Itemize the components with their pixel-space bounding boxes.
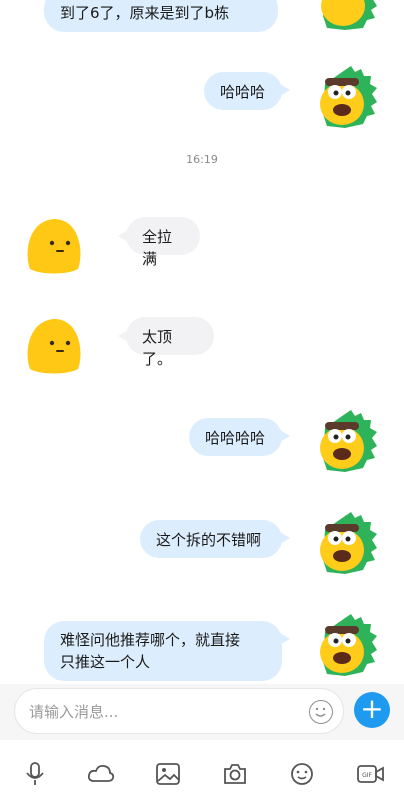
yellow-blob-avatar[interactable] bbox=[22, 213, 86, 277]
dino-avatar[interactable] bbox=[315, 512, 379, 576]
message-bubble-incoming[interactable]: 全拉满 bbox=[126, 217, 200, 268]
voice-icon[interactable] bbox=[22, 762, 48, 785]
message-text: 哈哈哈哈 bbox=[205, 429, 266, 447]
message-text-line: 只推这一个人 bbox=[60, 653, 151, 671]
message-input[interactable]: 请输入消息... bbox=[14, 688, 344, 734]
message-text: 太顶了。 bbox=[142, 328, 173, 368]
message-text: 这个拆的不错啊 bbox=[156, 531, 262, 549]
gif-label: GIF bbox=[362, 772, 372, 779]
emoji-icon[interactable] bbox=[289, 762, 315, 785]
camera-icon[interactable] bbox=[222, 762, 248, 784]
add-button[interactable]: + bbox=[354, 692, 390, 728]
image-icon[interactable] bbox=[155, 762, 181, 785]
emoji-picker-icon[interactable] bbox=[309, 700, 333, 724]
message-text: 到了6了，原来是到了b栋 bbox=[60, 4, 230, 22]
dino-avatar[interactable] bbox=[315, 0, 379, 32]
bubble-tail bbox=[280, 532, 290, 544]
message-input-bar: 请输入消息... bbox=[0, 684, 404, 740]
bubble-tail bbox=[280, 430, 290, 442]
message-bubble-outgoing[interactable]: 哈哈哈 bbox=[204, 72, 282, 110]
gif-icon[interactable]: GIF bbox=[356, 762, 386, 784]
cloud-icon[interactable] bbox=[87, 762, 115, 784]
message-bubble-outgoing[interactable]: 哈哈哈哈 bbox=[189, 418, 282, 456]
dino-avatar[interactable] bbox=[315, 614, 379, 678]
input-placeholder: 请输入消息... bbox=[29, 703, 119, 721]
message-bubble-incoming[interactable]: 太顶了。 bbox=[126, 317, 214, 368]
message-bubble-outgoing[interactable]: 到了6了，原来是到了b栋 bbox=[44, 0, 278, 32]
dino-avatar[interactable] bbox=[315, 410, 379, 474]
message-bubble-outgoing[interactable]: 难怪问他推荐哪个，就直接 只推这一个人 bbox=[44, 621, 282, 681]
message-text: 全拉满 bbox=[142, 228, 173, 268]
message-text: 哈哈哈 bbox=[220, 83, 266, 101]
timestamp: 16:19 bbox=[186, 153, 218, 166]
bubble-tail bbox=[280, 633, 290, 645]
message-bubble-outgoing[interactable]: 这个拆的不错啊 bbox=[140, 520, 282, 558]
bubble-tail bbox=[280, 84, 290, 96]
yellow-blob-avatar[interactable] bbox=[22, 313, 86, 377]
chat-area[interactable]: 到了6了，原来是到了b栋 哈哈哈 16:19 全拉满 太顶了。 哈哈哈哈 这个拆… bbox=[0, 0, 404, 690]
dino-avatar[interactable] bbox=[315, 66, 379, 130]
message-text-line: 难怪问他推荐哪个，就直接 bbox=[60, 631, 241, 649]
chat-toolbar: GIF bbox=[0, 746, 404, 800]
